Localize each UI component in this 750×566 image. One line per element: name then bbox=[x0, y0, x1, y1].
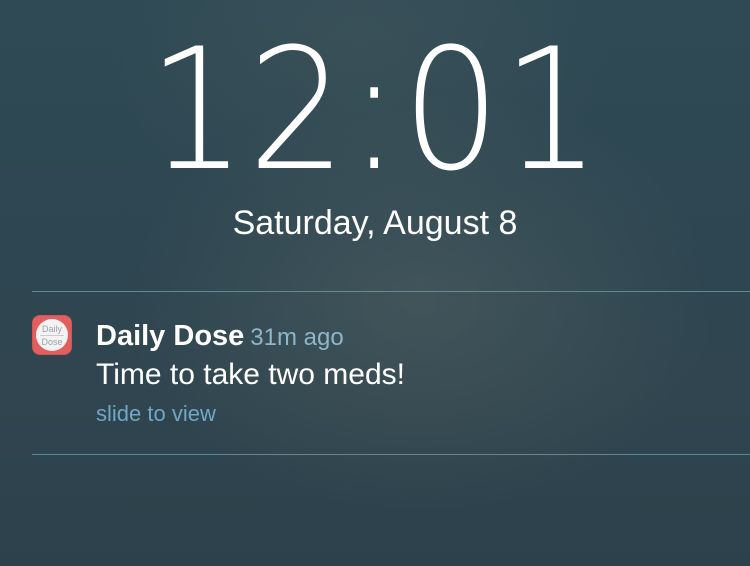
notification-item[interactable]: Daily Dose Daily Dose 31m ago Time to tak… bbox=[32, 312, 750, 442]
notification-app-name: Daily Dose bbox=[96, 320, 245, 352]
notification-time: 31m ago bbox=[250, 324, 344, 351]
app-icon-text-line2: Dose bbox=[41, 337, 63, 347]
slide-to-view-action[interactable]: slide to view bbox=[96, 400, 216, 428]
date-label: Saturday, August 8 bbox=[232, 204, 518, 242]
clock-time: 12:01 bbox=[147, 12, 603, 208]
clock: 12:01 bbox=[0, 20, 750, 200]
lock-screen: 12:01 Saturday, August 8 Daily Dose Dail… bbox=[0, 0, 750, 566]
app-icon-text-line1: Daily bbox=[41, 324, 62, 334]
app-icon-badge: Daily Dose bbox=[36, 319, 68, 351]
notification-divider-top bbox=[32, 291, 750, 292]
notification-message: Time to take two meds! bbox=[96, 358, 405, 391]
app-icon-divider bbox=[40, 335, 64, 336]
daily-dose-app-icon: Daily Dose bbox=[32, 315, 72, 355]
notification-header: Daily Dose 31m ago bbox=[96, 319, 344, 355]
notification-divider-bottom bbox=[32, 454, 750, 455]
